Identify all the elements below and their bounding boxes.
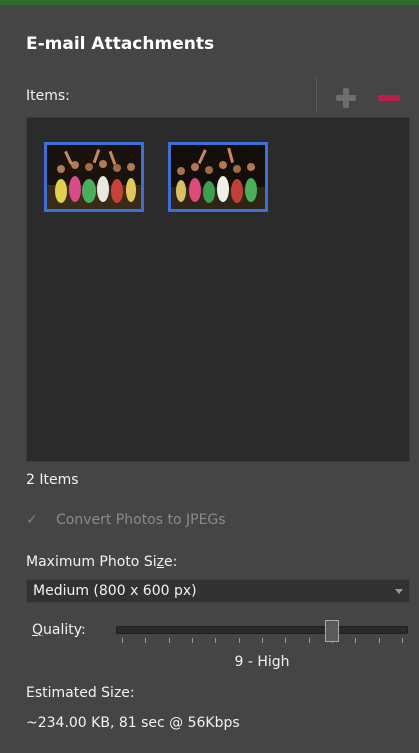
add-item-button[interactable] xyxy=(334,86,358,110)
attachment-thumbnail[interactable] xyxy=(44,142,144,212)
photo-image xyxy=(171,145,265,209)
remove-item-button[interactable] xyxy=(376,86,400,110)
quality-tick xyxy=(285,638,287,643)
attachment-thumbnail[interactable] xyxy=(168,142,268,212)
max-size-label-mnemonic: z xyxy=(156,554,164,570)
photo-image xyxy=(47,145,141,209)
quality-slider-track[interactable] xyxy=(116,626,408,634)
quality-tick xyxy=(378,638,380,643)
chevron-down-icon xyxy=(395,589,403,594)
item-count: 2 Items xyxy=(26,472,79,488)
window-top-strip xyxy=(0,0,419,5)
quality-label-rest: uality: xyxy=(43,622,86,638)
quality-tick xyxy=(215,638,217,643)
quality-tick xyxy=(355,638,357,643)
quality-label: Quality: xyxy=(32,622,86,638)
quality-tick xyxy=(262,638,263,643)
quality-tick xyxy=(145,638,147,643)
panel-title: E-mail Attachments xyxy=(26,34,215,54)
estimated-size-value: ~234.00 KB, 81 sec @ 56Kbps xyxy=(26,715,240,731)
quality-slider[interactable] xyxy=(116,620,408,648)
toolbar-separator xyxy=(316,78,317,112)
quality-tick xyxy=(168,638,170,643)
max-photo-size-label: Maximum Photo Size: xyxy=(26,554,177,570)
estimated-size-label: Estimated Size: xyxy=(26,685,135,701)
quality-slider-ticks xyxy=(116,638,408,644)
quality-tick xyxy=(122,638,123,643)
max-photo-size-value: Medium (800 x 600 px) xyxy=(33,583,197,599)
convert-jpeg-label: Convert Photos to JPEGs xyxy=(56,512,226,528)
max-photo-size-dropdown[interactable]: Medium (800 x 600 px) xyxy=(26,579,410,603)
items-toolbar: Items: xyxy=(26,78,410,112)
attachments-list[interactable] xyxy=(26,117,410,462)
quality-label-mnemonic: Q xyxy=(32,622,44,638)
max-size-label-after: e: xyxy=(163,554,178,570)
quality-tick xyxy=(192,638,193,643)
max-size-label-before: Maximum Photo Si xyxy=(26,554,157,570)
items-label: Items: xyxy=(26,88,70,104)
checkmark-icon: ✓ xyxy=(26,512,38,528)
quality-value: 9 - High xyxy=(234,654,290,670)
quality-slider-handle[interactable] xyxy=(325,620,339,642)
quality-tick xyxy=(308,638,310,643)
quality-tick xyxy=(402,638,403,643)
quality-tick xyxy=(238,638,240,643)
